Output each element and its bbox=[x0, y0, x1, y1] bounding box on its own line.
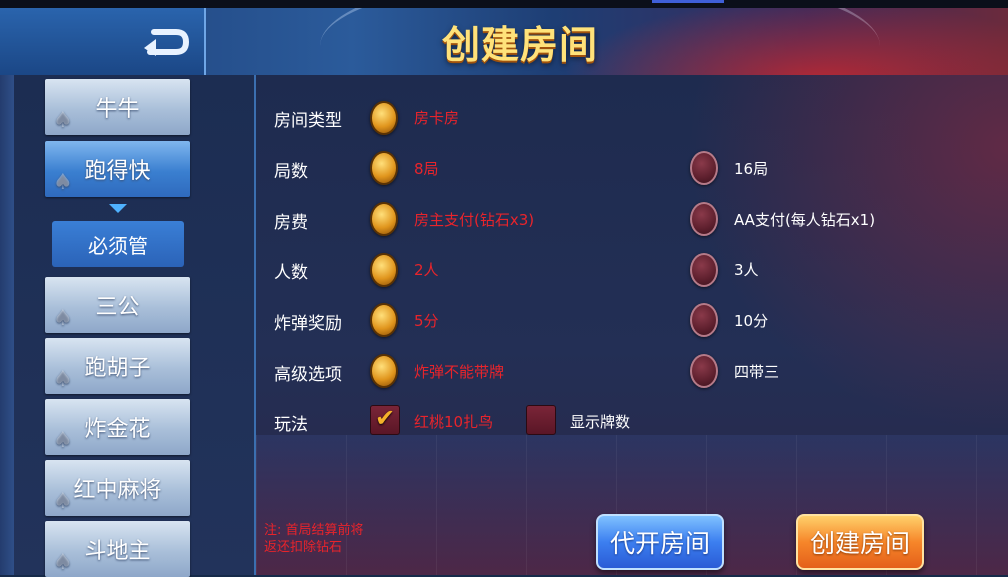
status-indicator bbox=[652, 0, 724, 3]
label-room-type: 房间类型 bbox=[274, 111, 342, 131]
create-room-button[interactable]: 创建房间 bbox=[796, 514, 924, 570]
sidebar-item-sangong[interactable]: 三公 bbox=[45, 277, 190, 333]
radio-rounds-8[interactable] bbox=[370, 151, 398, 185]
option-players-3: 3人 bbox=[734, 261, 759, 279]
sidebar-item-paodekuai[interactable]: 跑得快 bbox=[45, 141, 190, 197]
option-rounds-16: 16局 bbox=[734, 160, 769, 178]
option-fee-aa: AA支付(每人钻石x1) bbox=[734, 211, 876, 229]
option-room-type-card: 房卡房 bbox=[414, 109, 460, 127]
sidebar-subitem-bixuguan[interactable]: 必须管 bbox=[52, 221, 184, 267]
expand-arrow-icon bbox=[109, 204, 127, 213]
radio-bomb-5[interactable] bbox=[370, 303, 398, 337]
checkmark-icon: ✔ bbox=[375, 404, 396, 432]
radio-fee-aa[interactable] bbox=[690, 202, 718, 236]
radio-fee-owner[interactable] bbox=[370, 202, 398, 236]
radio-rounds-16[interactable] bbox=[690, 151, 718, 185]
sidebar-item-niuniu[interactable]: 牛牛 bbox=[45, 79, 190, 135]
option-bomb-10: 10分 bbox=[734, 312, 769, 330]
sidebar-item-zhajinhua[interactable]: 炸金花 bbox=[45, 399, 190, 455]
top-strip bbox=[0, 0, 1008, 8]
radio-players-2[interactable] bbox=[370, 253, 398, 287]
label-fee: 房费 bbox=[274, 213, 308, 233]
note-line-2: 返还扣除钻石 bbox=[264, 540, 343, 555]
proxy-open-room-button[interactable]: 代开房间 bbox=[596, 514, 724, 570]
option-show-card-count: 显示牌数 bbox=[570, 413, 631, 431]
game-sidebar: 牛牛 跑得快 必须管 三公 跑胡子 炸金花 红中麻将 斗地主 bbox=[0, 75, 256, 577]
radio-advanced-no-bomb-carry[interactable] bbox=[370, 354, 398, 388]
sidebar-item-paohuzi[interactable]: 跑胡子 bbox=[45, 338, 190, 394]
page-title: 创建房间 bbox=[442, 23, 599, 67]
option-hearts10: 红桃10扎鸟 bbox=[414, 413, 494, 431]
label-advanced: 高级选项 bbox=[274, 365, 342, 385]
option-players-2: 2人 bbox=[414, 261, 439, 279]
option-bomb-5: 5分 bbox=[414, 312, 439, 330]
option-fee-owner: 房主支付(钻石x3) bbox=[414, 211, 535, 229]
radio-advanced-four-three[interactable] bbox=[690, 354, 718, 388]
options-panel: 房间类型 房卡房 局数 8局 16局 房费 房主支付(钻石x3) AA支付(每人… bbox=[256, 75, 1008, 575]
radio-bomb-10[interactable] bbox=[690, 303, 718, 337]
label-rounds: 局数 bbox=[274, 162, 308, 182]
radio-room-type-card[interactable] bbox=[370, 101, 398, 135]
option-advanced-four-three: 四带三 bbox=[734, 363, 780, 381]
sidebar-rail bbox=[0, 75, 14, 575]
back-button[interactable] bbox=[140, 22, 192, 58]
sidebar-item-doudizhu[interactable]: 斗地主 bbox=[45, 521, 190, 577]
sidebar-item-hongzhong-mahjong[interactable]: 红中麻将 bbox=[45, 460, 190, 516]
back-arrow-icon bbox=[144, 29, 190, 56]
label-bomb-bonus: 炸弹奖励 bbox=[274, 314, 342, 334]
note-line-1: 注: 首局结算前将 bbox=[264, 523, 364, 538]
label-play: 玩法 bbox=[274, 415, 308, 435]
radio-players-3[interactable] bbox=[690, 253, 718, 287]
option-advanced-no-bomb-carry: 炸弹不能带牌 bbox=[414, 363, 505, 381]
checkbox-show-card-count[interactable] bbox=[526, 405, 556, 435]
label-players: 人数 bbox=[274, 263, 308, 283]
option-rounds-8: 8局 bbox=[414, 160, 439, 178]
header-ribbon bbox=[560, 8, 1008, 75]
checkbox-hearts10[interactable]: ✔ bbox=[370, 404, 400, 435]
diamond-note: 注: 首局结算前将 返还扣除钻石 bbox=[264, 522, 414, 556]
